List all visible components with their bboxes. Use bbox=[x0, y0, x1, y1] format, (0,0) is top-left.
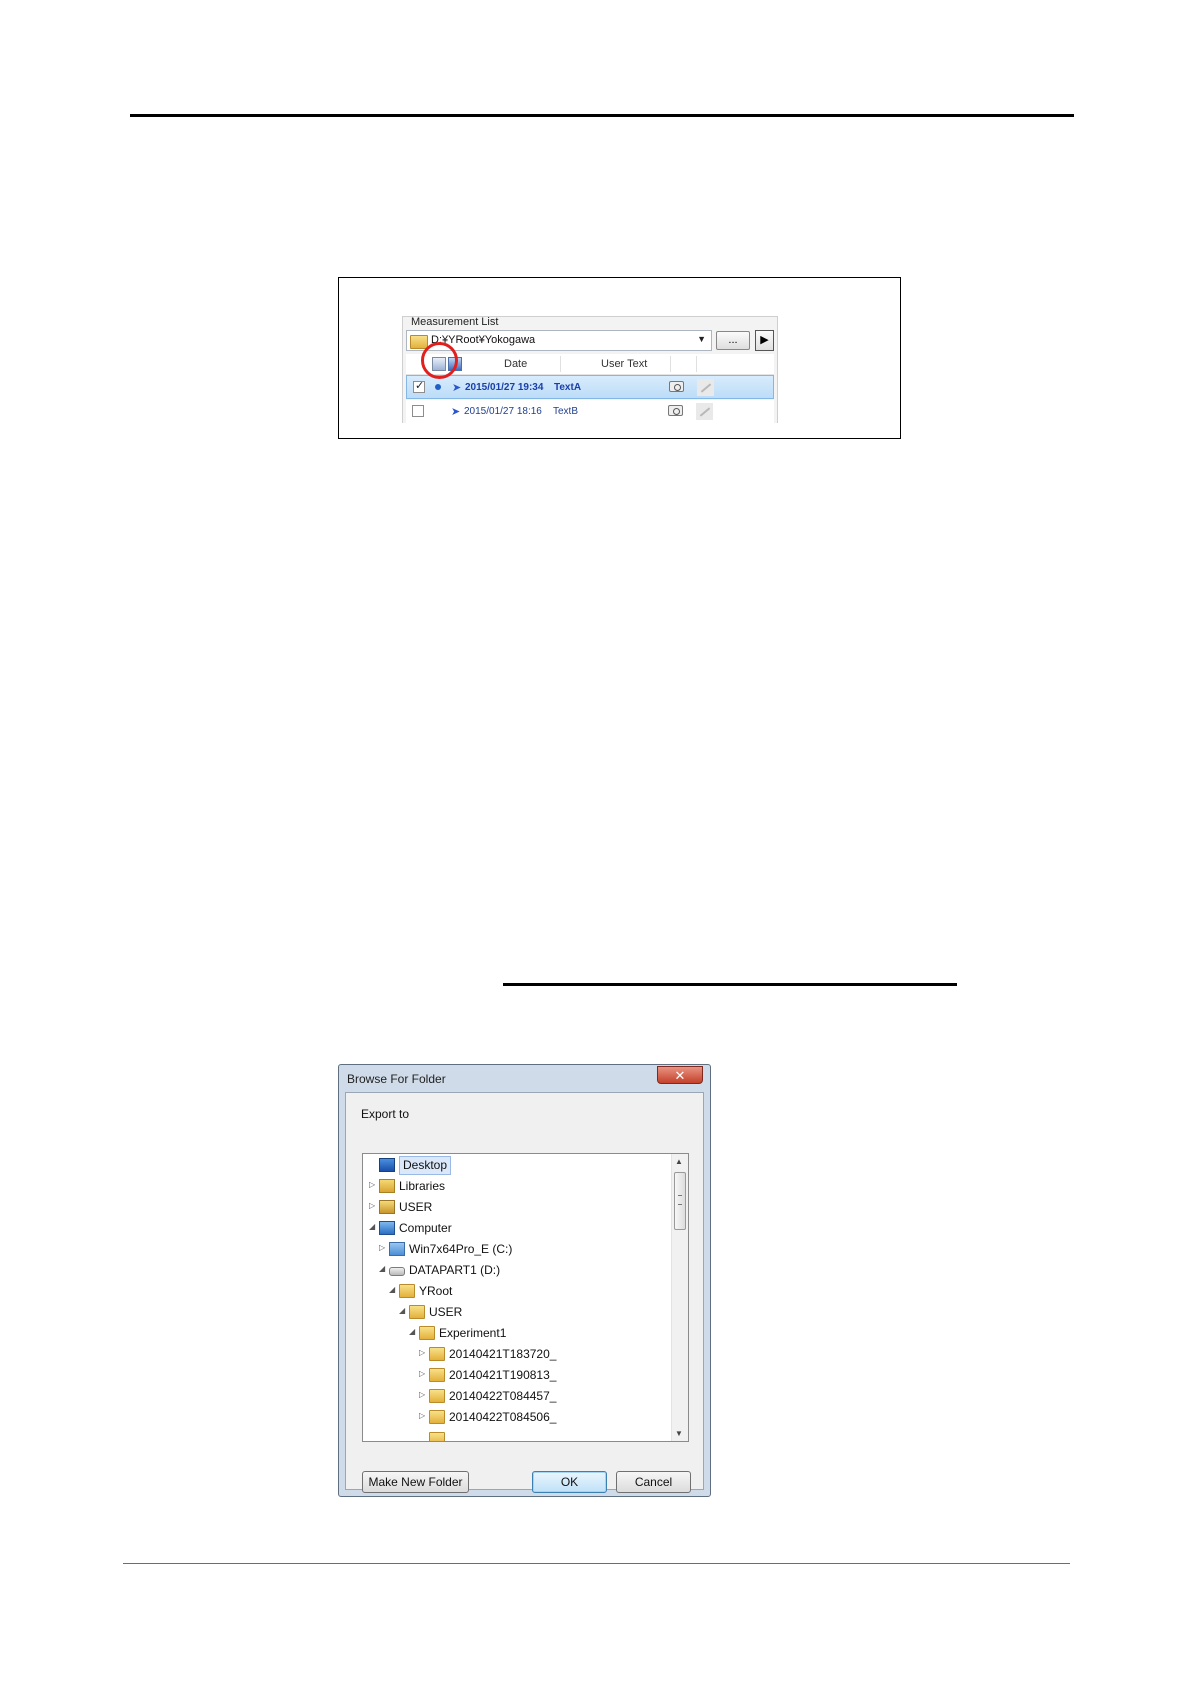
browse-button[interactable]: ... bbox=[716, 331, 750, 350]
row-user-text: TextA bbox=[554, 382, 582, 393]
list-row-selected[interactable]: ➤ 2015/01/27 19:34 TextA bbox=[406, 375, 774, 399]
drive-c-icon bbox=[389, 1242, 405, 1256]
expander-icon[interactable]: ◢ bbox=[379, 1264, 389, 1273]
computer-icon bbox=[379, 1221, 395, 1235]
header-separator bbox=[696, 356, 697, 372]
drive-d-icon bbox=[389, 1267, 405, 1276]
tree-item-label: YRoot bbox=[419, 1284, 453, 1298]
row-checkbox[interactable] bbox=[413, 379, 425, 393]
play-arrow-icon: ➤ bbox=[451, 406, 461, 418]
user-icon bbox=[379, 1200, 395, 1214]
scroll-down-icon[interactable]: ▼ bbox=[675, 1429, 683, 1438]
folder-icon bbox=[399, 1284, 415, 1298]
browse-for-folder-dialog: Browse For Folder ✕ Export to Desktop ▷ … bbox=[338, 1064, 711, 1497]
close-icon: ✕ bbox=[674, 1068, 686, 1083]
play-arrow-icon: ➤ bbox=[452, 382, 462, 394]
highlight-circle bbox=[421, 342, 458, 379]
expander-icon[interactable]: ▷ bbox=[369, 1201, 379, 1210]
header-separator bbox=[560, 356, 561, 372]
tree-item-label: Libraries bbox=[399, 1179, 446, 1193]
libraries-icon bbox=[379, 1179, 395, 1193]
tree-item-label: USER bbox=[399, 1200, 433, 1214]
list-row[interactable]: ➤ 2015/01/27 18:16 TextB bbox=[406, 400, 774, 423]
dialog-prompt: Export to bbox=[361, 1107, 410, 1121]
tree-item-label: Computer bbox=[399, 1221, 452, 1235]
folder-icon bbox=[419, 1326, 435, 1340]
expander-icon[interactable]: ▷ bbox=[419, 1369, 429, 1378]
tree-item-label: 20140422T084457_ bbox=[449, 1389, 557, 1403]
folder-icon bbox=[409, 1305, 425, 1319]
scroll-up-icon[interactable]: ▲ bbox=[675, 1157, 683, 1166]
cancel-button[interactable]: Cancel bbox=[616, 1471, 691, 1493]
folder-icon bbox=[429, 1368, 445, 1382]
grip-icon bbox=[678, 1195, 682, 1205]
top-rule bbox=[130, 114, 1074, 117]
expander-icon[interactable]: ▷ bbox=[419, 1411, 429, 1420]
play-button[interactable]: ▶ bbox=[755, 330, 774, 351]
dialog-title: Browse For Folder bbox=[347, 1072, 446, 1086]
make-new-folder-button[interactable]: Make New Folder bbox=[362, 1471, 469, 1493]
ok-button[interactable]: OK bbox=[532, 1471, 607, 1493]
header-user-text[interactable]: User Text bbox=[601, 358, 647, 370]
tree-item-label: USER bbox=[429, 1305, 463, 1319]
row-checkbox[interactable] bbox=[412, 405, 424, 417]
row-user-text: TextB bbox=[553, 406, 579, 417]
tree-item-label: DATAPART1 (D:) bbox=[409, 1263, 501, 1277]
expander-icon[interactable]: ▷ bbox=[379, 1243, 389, 1252]
expander-icon[interactable]: ▷ bbox=[369, 1180, 379, 1189]
expander-icon[interactable]: ◢ bbox=[409, 1327, 419, 1336]
tree-item-label: Experiment1 bbox=[439, 1326, 507, 1340]
measurement-list-panel: Measurement List D:¥YRoot¥Yokogawa ▼ ...… bbox=[402, 316, 778, 423]
close-button[interactable]: ✕ bbox=[657, 1066, 703, 1084]
folder-icon bbox=[429, 1410, 445, 1424]
tree-item-label: 20140422T084506_ bbox=[449, 1410, 557, 1424]
list-header: Date User Text bbox=[406, 354, 774, 375]
measurement-list-caption: Measurement List bbox=[409, 316, 501, 328]
chevron-down-icon[interactable]: ▼ bbox=[697, 334, 706, 344]
row-date: 2015/01/27 19:34 bbox=[465, 382, 544, 393]
folder-icon bbox=[429, 1432, 445, 1441]
expander-icon[interactable]: ◢ bbox=[389, 1285, 399, 1294]
pencil-icon[interactable] bbox=[696, 403, 713, 420]
tree-item-label: 20140421T183720_ bbox=[449, 1347, 557, 1361]
dialog-client: Export to Desktop ▷ Libraries ▷ USER ◢ C… bbox=[345, 1092, 704, 1493]
folder-icon bbox=[429, 1389, 445, 1403]
scroll-thumb[interactable] bbox=[674, 1172, 686, 1230]
folder-icon bbox=[429, 1347, 445, 1361]
header-separator bbox=[670, 356, 671, 372]
desktop-icon bbox=[379, 1158, 395, 1172]
camera-icon[interactable] bbox=[669, 381, 684, 392]
expander-icon[interactable]: ▷ bbox=[419, 1348, 429, 1357]
current-dot-icon bbox=[435, 384, 441, 390]
folder-tree[interactable]: Desktop ▷ Libraries ▷ USER ◢ Computer ▷ … bbox=[362, 1153, 689, 1442]
heading-underline bbox=[503, 983, 957, 986]
camera-icon[interactable] bbox=[668, 405, 683, 416]
dialog-titlebar[interactable]: Browse For Folder ✕ bbox=[339, 1065, 710, 1091]
tree-item-label: Desktop bbox=[399, 1156, 452, 1175]
expander-icon[interactable]: ◢ bbox=[399, 1306, 409, 1315]
row-date: 2015/01/27 18:16 bbox=[464, 406, 542, 417]
tree-item-label: Win7x64Pro_E (C:) bbox=[409, 1242, 513, 1256]
pencil-icon[interactable] bbox=[697, 379, 714, 396]
footer-rule bbox=[123, 1563, 1070, 1564]
expander-icon[interactable]: ▷ bbox=[419, 1390, 429, 1399]
tree-scrollbar[interactable]: ▲ ▼ bbox=[671, 1154, 688, 1441]
tree-item-label: 20140421T190813_ bbox=[449, 1368, 557, 1382]
header-date[interactable]: Date bbox=[504, 358, 527, 370]
expander-icon[interactable]: ◢ bbox=[369, 1222, 379, 1231]
